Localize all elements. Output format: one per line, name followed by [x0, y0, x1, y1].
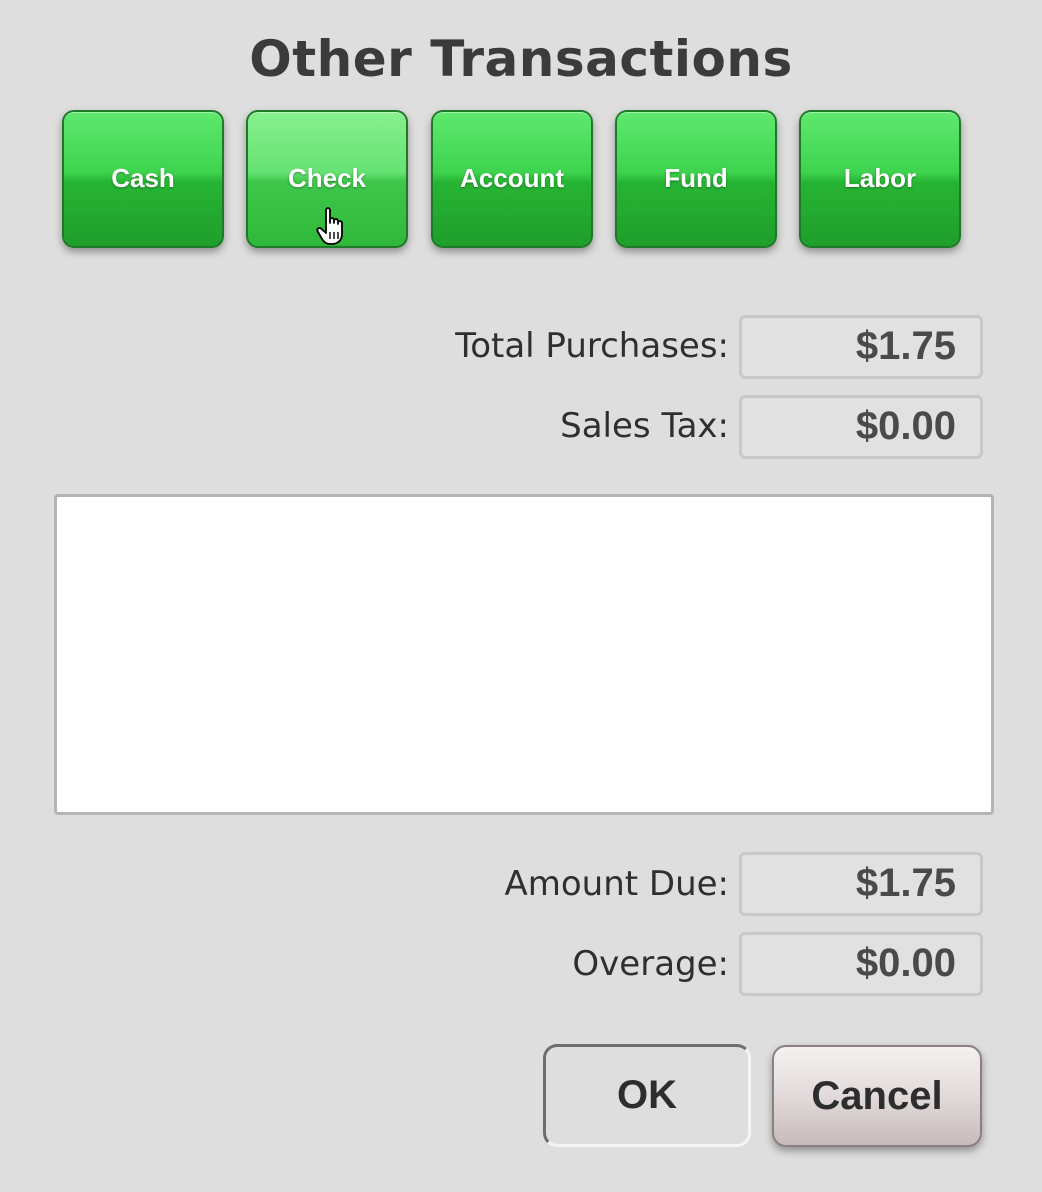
cash-button-label: Cash	[111, 162, 175, 193]
cash-button[interactable]: Cash	[62, 110, 224, 248]
amount-due-value: $1.75	[739, 852, 983, 916]
total-purchases-label: Total Purchases:	[455, 326, 729, 366]
labor-button-label: Labor	[843, 162, 917, 193]
cancel-button[interactable]: Cancel	[772, 1045, 982, 1147]
overage-label: Overage:	[572, 944, 729, 984]
total-purchases-value: $1.75	[739, 315, 983, 379]
account-button-label: Account	[460, 162, 564, 193]
other-transactions-dialog: Other Transactions Cash Check Account Fu…	[0, 0, 1042, 1192]
check-button-label: Check	[287, 162, 367, 193]
dialog-title: Other Transactions	[249, 30, 793, 88]
sales-tax-label: Sales Tax:	[560, 406, 729, 446]
ok-button-label: OK	[617, 1073, 677, 1117]
fund-button-label: Fund	[664, 162, 728, 193]
overage-value: $0.00	[739, 932, 983, 996]
hand-pointer-icon	[316, 207, 343, 245]
amount-due-label: Amount Due:	[504, 864, 729, 904]
ok-button[interactable]: OK	[543, 1044, 751, 1147]
sales-tax-value: $0.00	[739, 395, 983, 459]
account-button[interactable]: Account	[431, 110, 593, 248]
cancel-button-label: Cancel	[811, 1073, 943, 1118]
memo-text-area[interactable]	[54, 494, 994, 815]
labor-button[interactable]: Labor	[799, 110, 961, 248]
fund-button[interactable]: Fund	[615, 110, 777, 248]
